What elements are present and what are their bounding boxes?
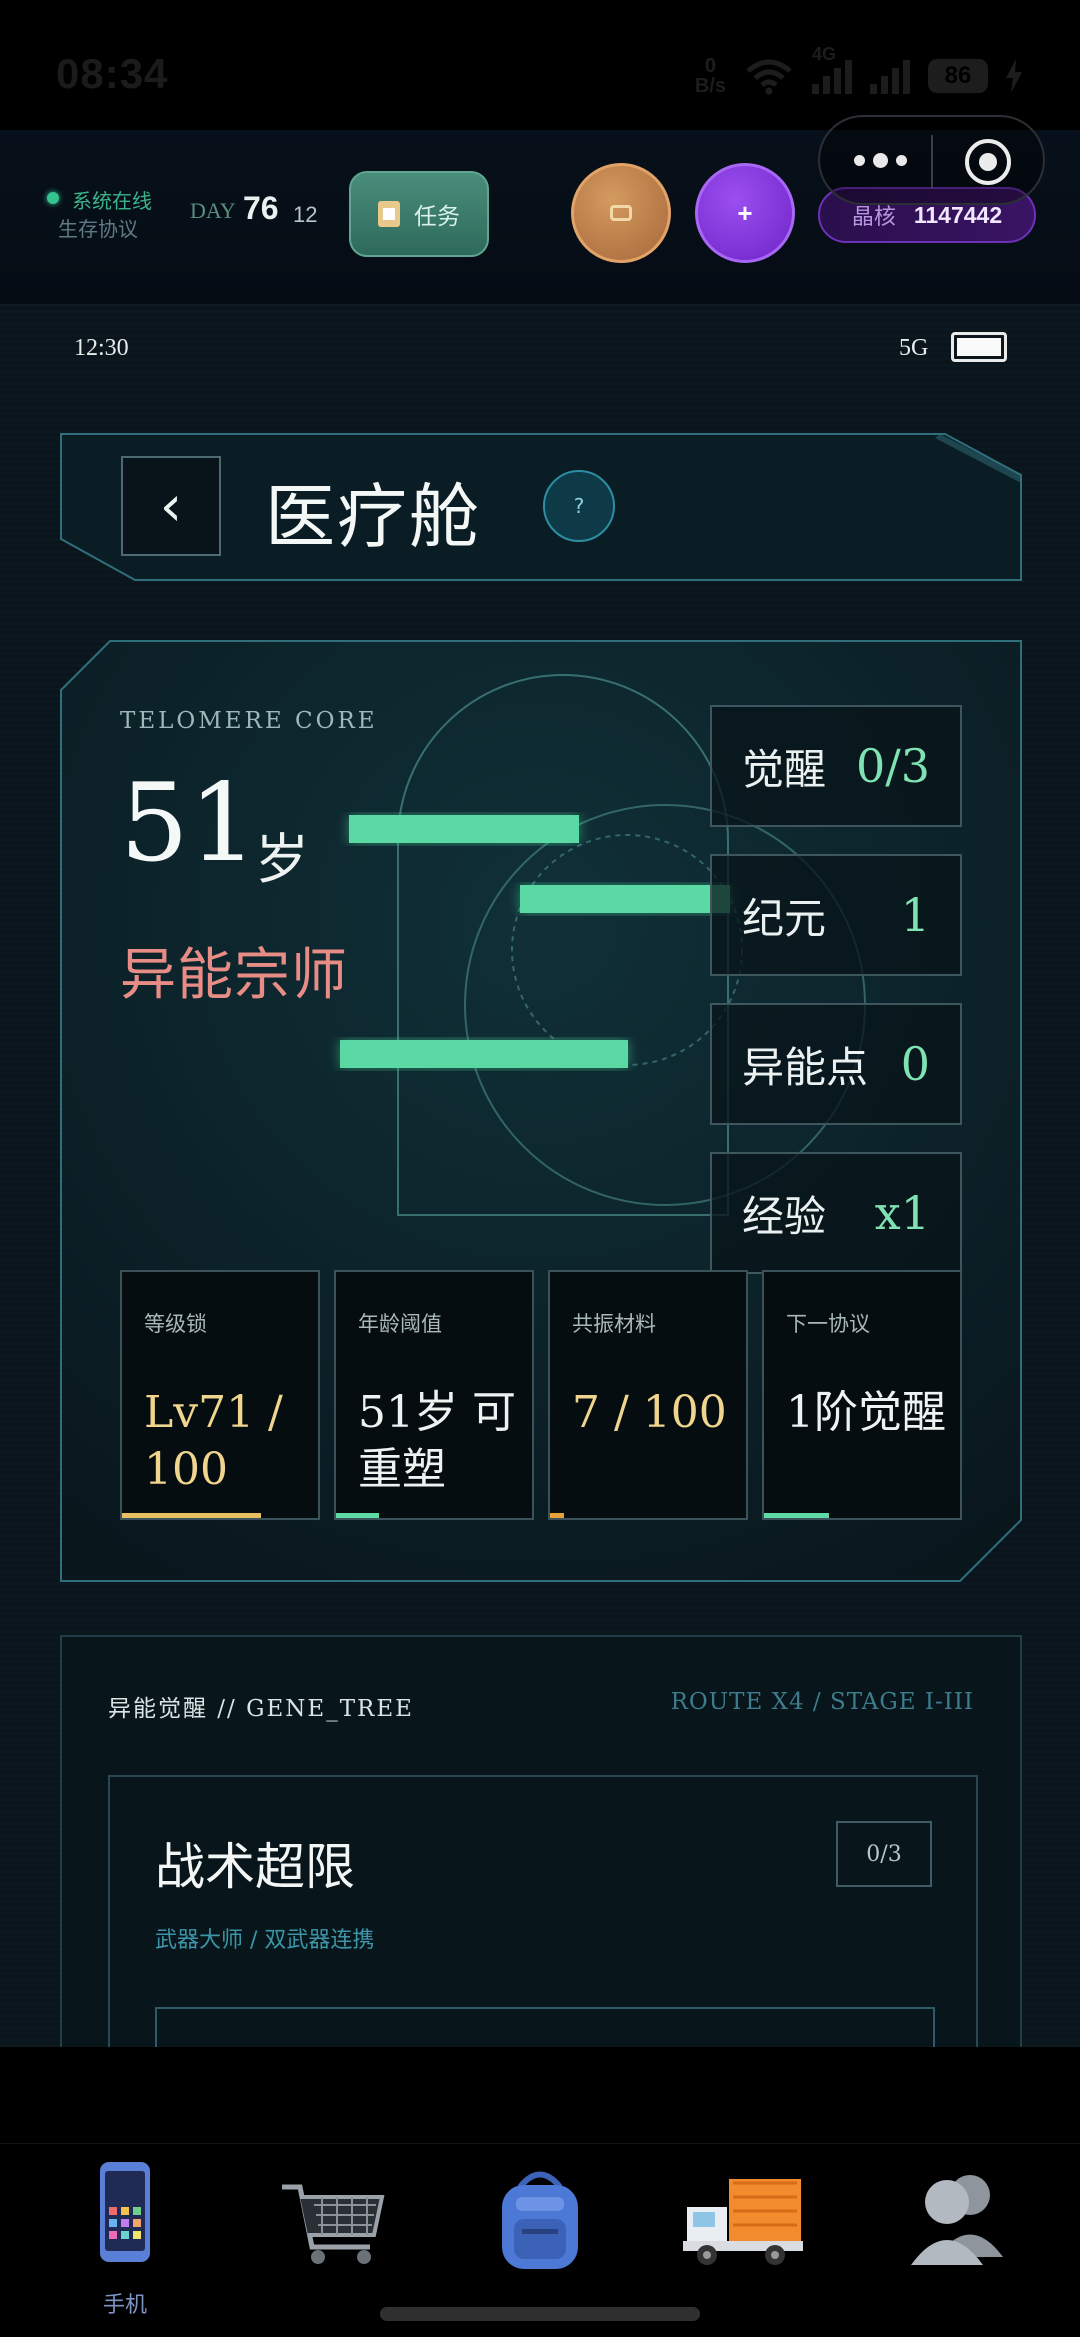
- radio-button[interactable]: [571, 163, 671, 263]
- rank-title: 异能宗师: [120, 943, 348, 1008]
- stat-era: 纪元 1: [710, 854, 962, 976]
- metric-progress-bar: [550, 1513, 564, 1518]
- close-target-icon[interactable]: [965, 139, 1011, 185]
- task-button[interactable]: 任务: [349, 171, 489, 257]
- back-button[interactable]: ‹: [121, 456, 221, 556]
- skill-count: 0/3: [836, 1821, 932, 1887]
- capsule-divider: [931, 135, 933, 189]
- stat-key: 觉醒: [742, 744, 827, 794]
- inner-clock: 12:30: [74, 335, 129, 361]
- nav-item-contacts[interactable]: [875, 2157, 1035, 2307]
- age-value: 51: [120, 761, 258, 886]
- stat-awakening: 觉醒 0/3: [710, 705, 962, 827]
- metric-label: 年龄阈值: [358, 1312, 442, 1336]
- stat-value: x1: [874, 1186, 930, 1240]
- os-indicators: 0 B/s 4G 86: [695, 44, 1022, 96]
- online-dot: [47, 192, 59, 204]
- gene-title: 异能觉醒 // GENE_TREE: [108, 1696, 414, 1722]
- metric-next-protocol: 下一协议 1阶觉醒: [762, 1270, 962, 1520]
- nav-item-delivery[interactable]: [665, 2157, 825, 2307]
- metric-level-lock: 等级锁 Lv71 / 100: [120, 1270, 320, 1520]
- backpack-icon: [502, 2171, 578, 2269]
- nav-divider: [0, 2143, 1080, 2144]
- stat-key: 纪元: [742, 893, 827, 943]
- inner-battery-icon: [951, 332, 1007, 362]
- core-label: TELOMERE CORE: [120, 708, 378, 734]
- cell-signal-4g: 4G: [812, 44, 852, 94]
- skill-sub-node[interactable]: [155, 2007, 935, 2047]
- app-header: 系统在线 生存协议 DAY 76 12 任务 + 晶核 1147442: [0, 115, 1080, 305]
- metric-value: 1阶觉醒: [786, 1387, 946, 1438]
- stat-value: 0: [900, 1037, 930, 1091]
- battery-icon: 86: [928, 59, 988, 93]
- metric-age-threshold: 年龄阈值 51岁 可重塑: [334, 1270, 534, 1520]
- net-speed-value: 0: [704, 55, 716, 77]
- metric-progress-bar: [336, 1513, 380, 1518]
- inner-network: 5G: [899, 335, 929, 361]
- chevron-left-icon: ‹: [159, 473, 183, 539]
- telomere-core-panel: TELOMERE CORE 51 岁 异能宗师 觉醒 0/3 纪元 1 异能点 …: [60, 640, 1022, 1582]
- page-title: 医疗舱: [265, 476, 481, 558]
- title-panel: ‹ 医疗舱 ?: [60, 433, 1022, 581]
- os-status-bar: 08:34 0 B/s 4G 86: [0, 0, 1080, 130]
- plus-button[interactable]: +: [695, 163, 795, 263]
- radio-icon: [610, 205, 632, 221]
- skill-card[interactable]: 战术超限 0/3 武器大师 / 双武器连携: [108, 1775, 978, 2047]
- metric-value: 51岁 可重塑: [358, 1387, 516, 1495]
- metric-label: 下一协议: [786, 1312, 870, 1336]
- nav-spacer: [0, 2047, 1080, 2143]
- net-speed: 0 B/s: [695, 56, 726, 96]
- skill-path: 武器大师 / 双武器连携: [155, 1928, 375, 1953]
- stat-value: 1: [900, 888, 930, 942]
- nav-label-phone: 手机: [102, 2293, 147, 2318]
- metric-value: 7 / 100: [572, 1387, 727, 1438]
- charging-icon: [1006, 59, 1022, 93]
- status-protocol: 生存协议: [58, 217, 138, 241]
- shopping-cart-icon: [282, 2184, 385, 2264]
- signal-bars-empty-icon: [870, 58, 910, 94]
- status-online: 系统在线: [72, 189, 152, 213]
- stat-key: 经验: [742, 1191, 827, 1241]
- clipboard-icon: [378, 201, 400, 227]
- metric-label: 等级锁: [144, 1312, 207, 1336]
- help-button[interactable]: ?: [543, 470, 615, 542]
- home-indicator[interactable]: [380, 2307, 700, 2321]
- net-speed-unit: B/s: [694, 75, 726, 97]
- stat-value: 0/3: [855, 739, 930, 793]
- metric-progress-bar: [764, 1513, 829, 1518]
- stat-key: 异能点: [742, 1042, 869, 1092]
- skill-name: 战术超限: [155, 1838, 355, 1896]
- stat-ability-points: 异能点 0: [710, 1003, 962, 1125]
- metric-resonance-material: 共振材料 7 / 100: [548, 1270, 748, 1520]
- more-icon[interactable]: [854, 153, 907, 168]
- nav-item-bag[interactable]: [460, 2157, 620, 2307]
- metric-label: 共振材料: [572, 1312, 656, 1336]
- wifi-icon: [746, 59, 792, 95]
- phone-icon: [100, 2162, 150, 2262]
- day-number: 76: [243, 190, 279, 226]
- stat-experience: 经验 x1: [710, 1152, 962, 1274]
- day-label: DAY: [190, 198, 236, 223]
- metric-value: Lv71 / 100: [144, 1387, 283, 1495]
- nav-item-shop[interactable]: [252, 2157, 412, 2307]
- metric-progress-bar: [122, 1513, 262, 1518]
- crystal-value: 1147442: [913, 201, 1003, 228]
- contacts-icon: [911, 2175, 1003, 2265]
- miniprogram-capsule: [818, 115, 1045, 205]
- gene-tree-panel: 异能觉醒 // GENE_TREE ROUTE X4 / STAGE I-III…: [60, 1635, 1022, 2047]
- medical-bay-screen: 12:30 5G ‹ 医疗舱 ? TELOMERE CORE 51 岁 异能宗师…: [0, 305, 1080, 2047]
- age-unit: 岁: [255, 828, 309, 891]
- day-sub: 12: [293, 202, 318, 227]
- cell-type: 4G: [812, 44, 837, 64]
- nav-item-phone[interactable]: 手机: [45, 2157, 205, 2318]
- gene-route: ROUTE X4 / STAGE I-III: [670, 1689, 974, 1715]
- bottom-nav: 手机: [0, 2047, 1080, 2337]
- task-label: 任务: [414, 204, 460, 230]
- delivery-truck-icon: [683, 2179, 803, 2265]
- os-clock: 08:34: [56, 50, 169, 97]
